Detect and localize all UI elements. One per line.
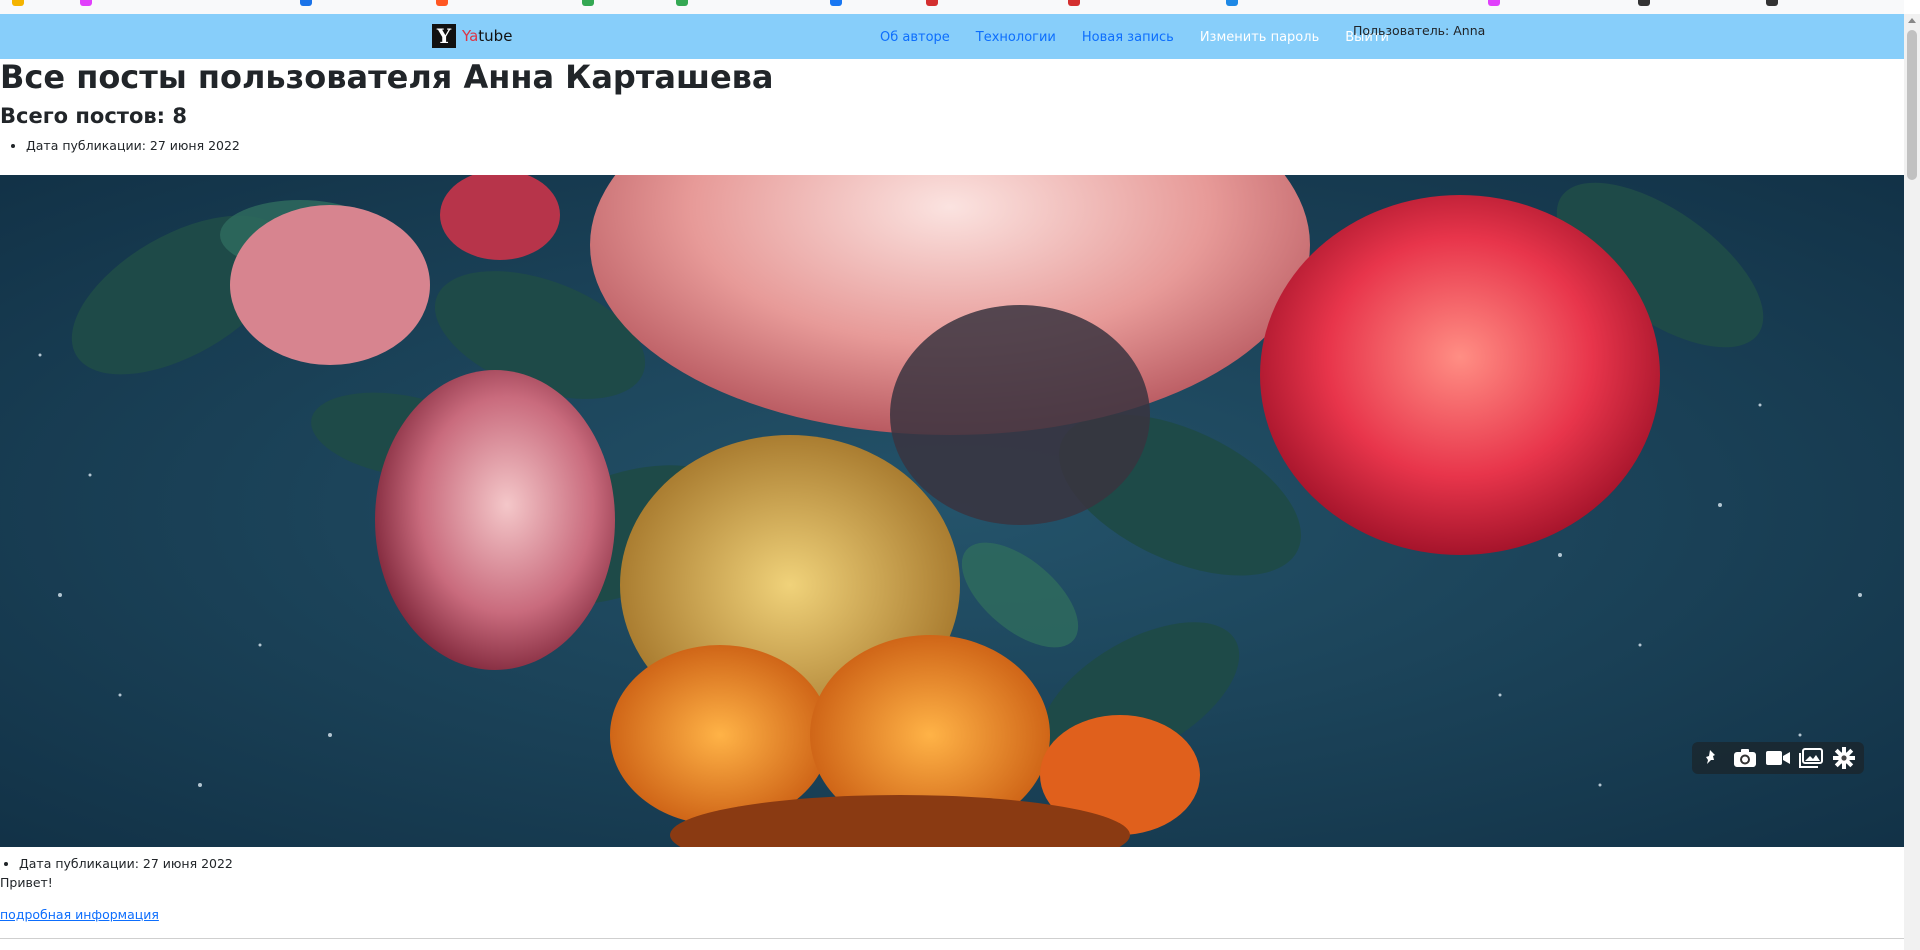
post-meta-list: Дата публикации: 27 июня 2022	[0, 138, 240, 153]
scroll-up-arrow-icon[interactable]	[1908, 18, 1916, 23]
bookmark-icon[interactable]	[300, 0, 312, 6]
bookmark-icon[interactable]	[1488, 0, 1500, 6]
gallery-icon[interactable]	[1797, 745, 1825, 771]
post-text: Привет!	[0, 875, 53, 890]
pin-icon[interactable]	[1698, 745, 1726, 771]
nav-link-change-password[interactable]: Изменить пароль	[1200, 30, 1319, 45]
post-date: Дата публикации: 27 июня 2022	[26, 138, 240, 153]
flower-bouquet-image	[0, 175, 1904, 847]
gear-icon[interactable]	[1830, 745, 1858, 771]
post-image	[0, 175, 1904, 847]
bookmark-icon[interactable]	[582, 0, 594, 6]
brand-name-prefix: Ya	[462, 27, 479, 45]
bookmark-icon[interactable]	[1068, 0, 1080, 6]
bookmark-icon[interactable]	[830, 0, 842, 6]
bookmark-icon[interactable]	[1638, 0, 1650, 6]
nav-link-technologies[interactable]: Технологии	[976, 30, 1056, 45]
image-toolbar	[1692, 742, 1864, 774]
post-meta-list: Дата публикации: 27 июня 2022	[0, 856, 233, 871]
camera-icon[interactable]	[1731, 745, 1759, 771]
top-navbar: Y Yatube Об авторе Технологии Новая запи…	[0, 14, 1904, 59]
brand-name-suffix: tube	[478, 27, 513, 45]
bookmark-icon[interactable]	[12, 0, 24, 6]
scroll-thumb[interactable]	[1907, 30, 1917, 180]
bookmark-icon[interactable]	[1226, 0, 1238, 6]
video-icon[interactable]	[1764, 745, 1792, 771]
post-details-link[interactable]: подробная информация	[0, 907, 159, 922]
page-title: Все посты пользователя Анна Карташева	[0, 58, 774, 96]
brand-name: Yatube	[462, 27, 512, 45]
nav-link-new-post[interactable]: Новая запись	[1082, 30, 1174, 45]
bookmark-icon[interactable]	[436, 0, 448, 6]
nav-links: Об авторе Технологии Новая запись Измени…	[880, 30, 1415, 45]
bookmark-icon[interactable]	[676, 0, 688, 6]
nav-link-about-author[interactable]: Об авторе	[880, 30, 950, 45]
post-date: Дата публикации: 27 июня 2022	[19, 856, 233, 871]
bookmark-icon[interactable]	[1766, 0, 1778, 6]
bookmark-icon[interactable]	[926, 0, 938, 6]
brand-home-link[interactable]: Y Yatube	[432, 24, 512, 48]
page-scrollbar[interactable]	[1904, 14, 1920, 950]
yatube-logo-icon: Y	[432, 24, 456, 48]
bookmark-icon[interactable]	[80, 0, 92, 6]
divider	[0, 938, 1904, 939]
bookmarks-bar	[0, 0, 1904, 14]
current-user-label: Пользователь: Anna	[1353, 23, 1486, 38]
post-count: Всего постов: 8	[0, 104, 188, 128]
